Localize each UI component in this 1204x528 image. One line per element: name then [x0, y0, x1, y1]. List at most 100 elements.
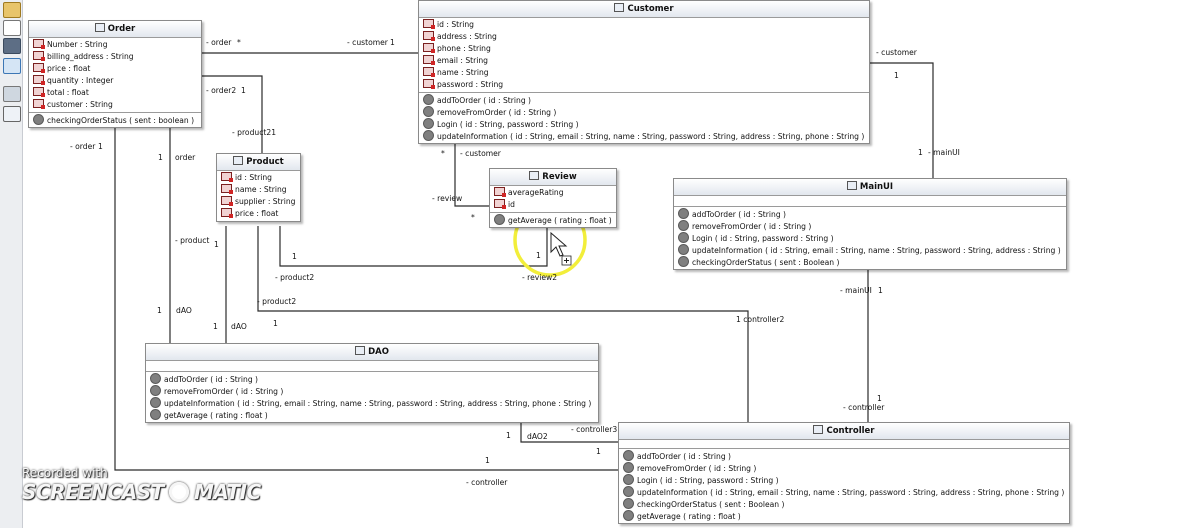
operation-row[interactable]: addToOrder ( id : String )	[674, 208, 1066, 220]
operation-row[interactable]: updateInformation ( id : String, email :…	[419, 130, 869, 142]
operation-row[interactable]: getAverage ( rating : float )	[619, 510, 1069, 522]
multiplicity-label[interactable]: 1	[596, 447, 601, 457]
multiplicity-label[interactable]: 1	[878, 286, 883, 296]
role-label[interactable]: order	[175, 153, 195, 163]
class-review[interactable]: Review averageRating id getAverage ( rat…	[489, 168, 617, 228]
operation-row[interactable]: checkingOrderStatus ( sent : boolean )	[29, 114, 201, 126]
role-label[interactable]: - customer	[876, 48, 917, 58]
class-header[interactable]: MainUI	[674, 179, 1066, 196]
class-mainui[interactable]: MainUI addToOrder ( id : String ) remove…	[673, 178, 1067, 270]
role-label[interactable]: - customer	[347, 38, 388, 48]
class-dao[interactable]: DAO addToOrder ( id : String ) removeFro…	[145, 343, 599, 423]
operation-row[interactable]: getAverage ( rating : float )	[146, 409, 598, 421]
attribute-row[interactable]: averageRating	[490, 187, 616, 199]
role-label[interactable]: - product	[175, 236, 209, 246]
role-label[interactable]: - order2	[206, 86, 236, 96]
attribute-row[interactable]: id	[490, 199, 616, 211]
multiplicity-label[interactable]: 1	[273, 319, 278, 329]
attribute-row[interactable]: id : String	[217, 172, 300, 184]
attribute-row[interactable]: billing_address : String	[29, 51, 201, 63]
multiplicity-label[interactable]: 1	[918, 148, 923, 158]
multiplicity-label[interactable]: *	[471, 213, 475, 223]
class-header[interactable]: Product	[217, 154, 300, 171]
diagram-canvas[interactable]: Order Number : String billing_address : …	[0, 0, 1204, 528]
operation-row[interactable]: removeFromOrder ( id : String )	[619, 462, 1069, 474]
role-label[interactable]: - controller3	[571, 425, 617, 435]
role-label[interactable]: dAO2	[527, 432, 548, 442]
attribute-row[interactable]: password : String	[419, 79, 869, 91]
operation-row[interactable]: removeFromOrder ( id : String )	[674, 220, 1066, 232]
attribute-row[interactable]: price : float	[217, 208, 300, 220]
operation-row[interactable]: removeFromOrder ( id : String )	[146, 385, 598, 397]
class-customer[interactable]: Customer id : String address : String ph…	[418, 0, 870, 144]
attribute-row[interactable]: email : String	[419, 55, 869, 67]
multiplicity-label[interactable]: 1	[894, 71, 899, 81]
role-label[interactable]: dAO	[231, 322, 247, 332]
operation-row[interactable]: checkingOrderStatus ( sent : Boolean )	[619, 498, 1069, 510]
operation-row[interactable]: updateInformation ( id : String, email :…	[674, 244, 1066, 256]
role-label[interactable]: dAO	[176, 306, 192, 316]
role-label[interactable]: - customer	[460, 149, 501, 159]
class-product[interactable]: Product id : String name : String suppli…	[216, 153, 301, 222]
attribute-row[interactable]: supplier : String	[217, 196, 300, 208]
multiplicity-label[interactable]: 1	[241, 86, 246, 96]
multiplicity-label[interactable]: *	[441, 149, 445, 159]
multiplicity-label[interactable]: 1	[390, 38, 395, 48]
role-label[interactable]: - order	[206, 38, 231, 48]
attribute-row[interactable]: name : String	[217, 184, 300, 196]
role-label[interactable]: - product2	[257, 297, 296, 307]
class-icon	[846, 181, 857, 190]
attribute-row[interactable]: customer : String	[29, 99, 201, 111]
role-label[interactable]: - product21	[232, 128, 276, 138]
operation-row[interactable]: getAverage ( rating : float )	[490, 214, 616, 226]
multiplicity-label[interactable]: 1	[292, 252, 297, 262]
role-label[interactable]: - controller	[843, 403, 884, 413]
role-label[interactable]: - review	[432, 194, 462, 204]
multiplicity-label[interactable]: 1	[98, 142, 103, 152]
class-header[interactable]: Customer	[419, 1, 869, 18]
attribute-icon	[423, 79, 435, 89]
role-label[interactable]: - review2	[522, 273, 557, 283]
attribute-row[interactable]: name : String	[419, 67, 869, 79]
operation-row[interactable]: updateInformation ( id : String, email :…	[619, 486, 1069, 498]
class-header[interactable]: Review	[490, 169, 616, 186]
class-order[interactable]: Order Number : String billing_address : …	[28, 20, 202, 128]
attribute-row[interactable]: id : String	[419, 19, 869, 31]
multiplicity-label[interactable]: 1	[157, 306, 162, 316]
operation-row[interactable]: Login ( id : String, password : String )	[674, 232, 1066, 244]
attribute-row[interactable]: phone : String	[419, 43, 869, 55]
attribute-row[interactable]: address : String	[419, 31, 869, 43]
operation-icon	[150, 409, 161, 420]
operation-row[interactable]: addToOrder ( id : String )	[146, 373, 598, 385]
operation-row[interactable]: checkingOrderStatus ( sent : Boolean )	[674, 256, 1066, 268]
role-label[interactable]: - product2	[275, 273, 314, 283]
operation-row[interactable]: addToOrder ( id : String )	[619, 450, 1069, 462]
operation-row[interactable]: Login ( id : String, password : String )	[419, 118, 869, 130]
attribute-row[interactable]: total : float	[29, 87, 201, 99]
attribute-row[interactable]: Number : String	[29, 39, 201, 51]
role-label[interactable]: - mainUI	[928, 148, 960, 158]
multiplicity-label[interactable]: 1	[158, 153, 163, 163]
multiplicity-label[interactable]: 1	[214, 240, 219, 250]
role-label[interactable]: - controller	[466, 478, 507, 488]
multiplicity-label[interactable]: 1	[536, 251, 541, 261]
multiplicity-label[interactable]: 1	[506, 431, 511, 441]
class-header[interactable]: Order	[29, 21, 201, 38]
attribute-row[interactable]: price : float	[29, 63, 201, 75]
operation-row[interactable]: removeFromOrder ( id : String )	[419, 106, 869, 118]
role-label[interactable]: 1 controller2	[736, 315, 784, 325]
class-controller[interactable]: Controller addToOrder ( id : String ) re…	[618, 422, 1070, 524]
attribute-row[interactable]: quantity : Integer	[29, 75, 201, 87]
multiplicity-label[interactable]: *	[237, 38, 241, 48]
multiplicity-label[interactable]: 1	[485, 456, 490, 466]
class-header[interactable]: DAO	[146, 344, 598, 361]
role-label[interactable]: - mainUI	[840, 286, 872, 296]
operation-icon	[678, 208, 689, 219]
attribute-section	[146, 361, 598, 372]
operation-row[interactable]: updateInformation ( id : String, email :…	[146, 397, 598, 409]
role-label[interactable]: - order	[70, 142, 95, 152]
class-header[interactable]: Controller	[619, 423, 1069, 440]
multiplicity-label[interactable]: 1	[213, 322, 218, 332]
operation-row[interactable]: Login ( id : String, password : String )	[619, 474, 1069, 486]
operation-row[interactable]: addToOrder ( id : String )	[419, 94, 869, 106]
